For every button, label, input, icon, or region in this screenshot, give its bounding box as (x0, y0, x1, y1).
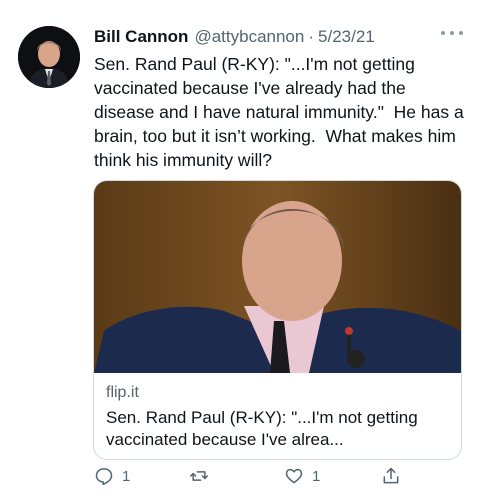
heart-icon (285, 468, 303, 484)
tweet-actions: 1 1 (94, 462, 464, 494)
tweet-date[interactable]: 5/23/21 (318, 27, 375, 47)
link-card[interactable]: flip.it Sen. Rand Paul (R-KY): "...I'm n… (93, 180, 462, 460)
author-handle[interactable]: @attybcannon (194, 27, 304, 47)
author-avatar[interactable] (18, 26, 80, 88)
share-button[interactable] (381, 466, 401, 486)
reply-count: 1 (122, 467, 131, 485)
tweet-text: Sen. Rand Paul (R-KY): "...I'm not getti… (94, 54, 469, 170)
like-count: 1 (312, 467, 321, 485)
avatar-photo (18, 26, 80, 88)
card-image (94, 181, 461, 373)
reply-icon (95, 468, 113, 486)
retweet-button[interactable] (189, 466, 217, 486)
author-name[interactable]: Bill Cannon (94, 27, 188, 47)
retweet-icon (189, 471, 209, 481)
card-meta: flip.it Sen. Rand Paul (R-KY): "...I'm n… (106, 383, 451, 451)
tweet-header: Bill Cannon @attybcannon · 5/23/21 (94, 22, 463, 52)
reply-button[interactable]: 1 (94, 466, 130, 486)
card-title: Sen. Rand Paul (R-KY): "...I'm not getti… (106, 408, 418, 449)
like-button[interactable]: 1 (284, 466, 320, 486)
header-separator: · (308, 27, 315, 46)
card-domain: flip.it (106, 384, 139, 401)
more-horizontal-icon[interactable] (441, 26, 463, 40)
share-icon (383, 467, 399, 484)
